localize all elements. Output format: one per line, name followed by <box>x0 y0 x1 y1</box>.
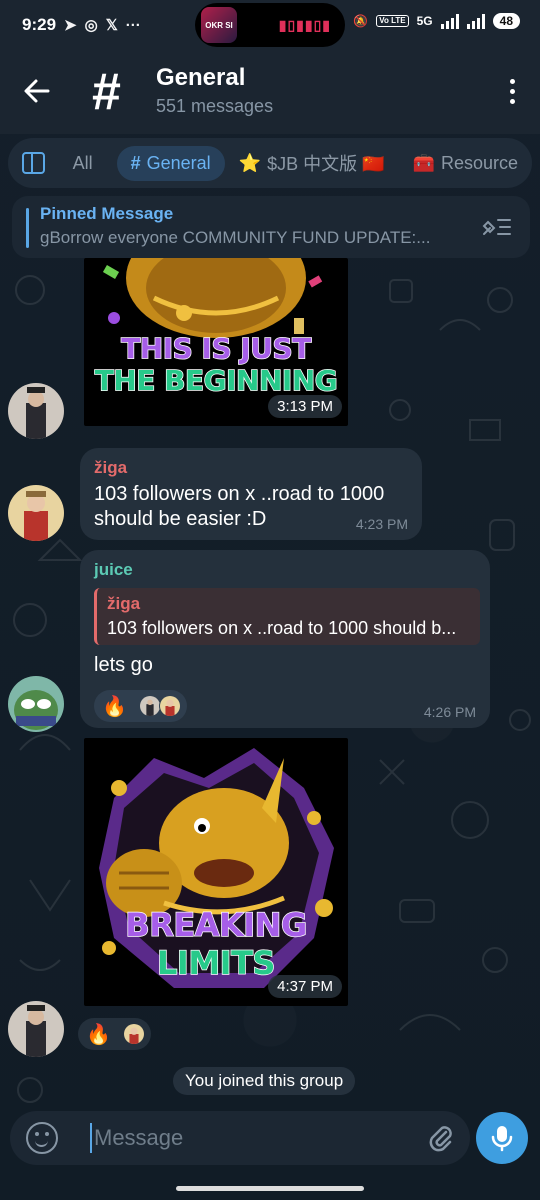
avatar[interactable] <box>8 383 64 439</box>
sender-name[interactable]: žiga <box>94 458 408 478</box>
message-time: 4:37 PM <box>268 975 342 998</box>
avatar[interactable] <box>8 1001 64 1057</box>
emoji-icon[interactable] <box>26 1122 58 1154</box>
sticker-caption-line2: THE BEGINNING <box>94 363 338 398</box>
toolbox-icon: 🧰 <box>412 152 435 173</box>
x-icon: 𝕏 <box>105 17 118 34</box>
topic-hash-icon: # <box>92 63 121 121</box>
avatar[interactable] <box>8 485 64 541</box>
reaction-fire[interactable]: 🔥 <box>94 690 187 722</box>
message-text-line1: 103 followers on x ..road to 1000 <box>94 483 385 505</box>
whatsapp-icon: ◎ <box>84 17 98 34</box>
tab-label: General <box>146 152 211 173</box>
service-message: You joined this group <box>173 1067 356 1095</box>
tab-all[interactable]: All <box>73 146 107 181</box>
audio-wave-icon: ▮▯▮▮▯▮ <box>278 16 331 33</box>
attach-icon[interactable] <box>426 1123 456 1153</box>
reaction-fire[interactable]: 🔥 <box>78 1018 151 1050</box>
hash-icon: # <box>130 152 141 173</box>
mute-icon: 🔕 <box>353 14 369 28</box>
fire-emoji: 🔥 <box>102 695 127 718</box>
more-icon: ··· <box>125 16 141 34</box>
star-icon: ⭐ <box>238 152 262 173</box>
status-bar: 9:29 ➤ ◎ 𝕏 ··· OKR SI ▮▯▮▮▯▮ 🔕 Vo LTE 5G… <box>0 0 540 50</box>
reply-sender-name: žiga <box>107 594 141 613</box>
battery-indicator: 48 <box>492 13 520 29</box>
volte-badge: Vo LTE <box>376 15 409 27</box>
fire-emoji: 🔥 <box>86 1023 111 1046</box>
dynamic-island[interactable]: OKR SI ▮▯▮▮▯▮ <box>195 3 345 47</box>
reactor-avatar <box>138 695 161 717</box>
sticker-message[interactable]: THIS IS JUST THE BEGINNING 3:13 PM <box>84 258 348 426</box>
more-menu-icon[interactable] <box>504 76 520 106</box>
sticker-message[interactable]: BREAKING LIMITS 4:37 PM <box>84 738 348 1006</box>
tab-resources[interactable]: 🧰 Resource <box>399 146 532 181</box>
chat-header: # General 551 messages <box>0 50 540 134</box>
pinned-list-icon[interactable] <box>480 214 512 240</box>
text-caret <box>90 1123 92 1153</box>
sticker-caption-line1: THIS IS JUST <box>120 331 312 366</box>
pinned-indicator <box>26 208 29 248</box>
sender-name[interactable]: juice <box>94 560 476 580</box>
status-time: 9:29 <box>22 15 57 34</box>
tab-label: All <box>72 152 93 173</box>
network-type: 5G <box>416 14 433 28</box>
message-text: lets go <box>94 654 153 676</box>
microphone-button[interactable] <box>476 1112 528 1164</box>
reactor-avatar <box>158 695 181 717</box>
tab-label: $JB 中文版 🇨🇳 <box>267 154 385 174</box>
message-composer <box>10 1111 470 1165</box>
signal-icon-2 <box>466 13 485 29</box>
pinned-preview: gBorrow everyone COMMUNITY FUND UPDATE:.… <box>40 228 431 247</box>
message-time: 4:26 PM <box>423 704 476 720</box>
reply-quote[interactable]: žiga 103 followers on x ..road to 1000 s… <box>94 588 480 645</box>
topic-tabs: All # General ⭐ $JB 中文版 🇨🇳 🧰 Resource <box>8 138 532 188</box>
tab-general[interactable]: # General <box>116 145 225 181</box>
pinned-title: Pinned Message <box>40 204 174 223</box>
reactor-avatar <box>122 1023 145 1045</box>
message-bubble[interactable]: juice žiga 103 followers on x ..road to … <box>80 550 490 728</box>
tab-jb-chinese[interactable]: ⭐ $JB 中文版 🇨🇳 <box>225 143 399 183</box>
back-arrow-icon[interactable] <box>22 76 52 106</box>
topics-panel-icon[interactable] <box>22 152 45 174</box>
message-time: 3:13 PM <box>268 395 342 418</box>
sticker-caption-line1: BREAKING <box>125 905 308 945</box>
pinned-message-bar[interactable]: Pinned Message gBorrow everyone COMMUNIT… <box>12 196 530 258</box>
message-bubble[interactable]: žiga 103 followers on x ..road to 1000 s… <box>80 448 422 540</box>
telegram-icon: ➤ <box>64 17 77 34</box>
microphone-icon <box>491 1126 513 1152</box>
home-indicator[interactable] <box>176 1186 364 1191</box>
chat-title[interactable]: General <box>156 64 245 92</box>
media-thumbnail: OKR SI <box>201 7 237 43</box>
message-input[interactable] <box>94 1125 414 1151</box>
tab-label: Resource <box>440 152 518 173</box>
message-time: 4:23 PM <box>355 516 408 532</box>
signal-icon <box>440 13 459 29</box>
reactions: 🔥 <box>94 690 476 722</box>
avatar[interactable] <box>8 676 64 732</box>
message-count: 551 messages <box>156 96 274 116</box>
reply-text: 103 followers on x ..road to 1000 should… <box>107 618 457 638</box>
